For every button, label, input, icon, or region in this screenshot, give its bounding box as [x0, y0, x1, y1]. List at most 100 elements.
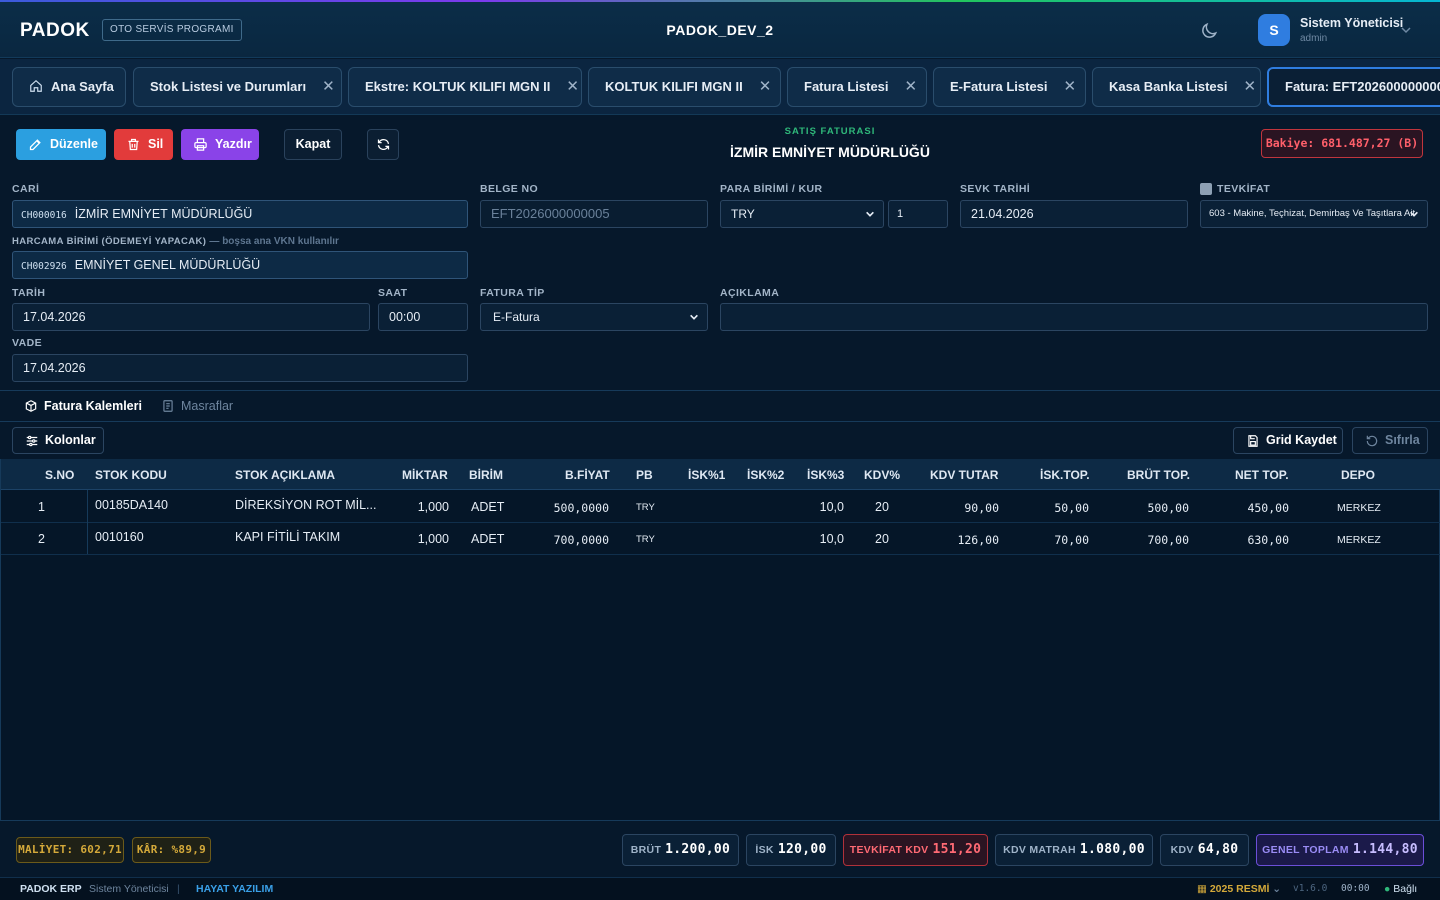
cell-depot: MERKEZ [1337, 502, 1381, 514]
saat-label: SAAT [378, 287, 408, 299]
close-icon[interactable]: ✕ [759, 68, 772, 106]
column-header[interactable]: İSK%3 [807, 468, 844, 482]
invoice-customer: İZMİR EMNİYET MÜDÜRLÜĞÜ [730, 144, 930, 160]
user-name[interactable]: Sistem Yöneticisi [1300, 16, 1403, 30]
column-header[interactable]: NET TOP. [1235, 468, 1289, 482]
column-header[interactable]: B.FİYAT [565, 468, 610, 482]
status-dot-icon: ● [1384, 883, 1391, 895]
column-header[interactable]: S.NO [45, 468, 74, 482]
currency-value: TRY [731, 207, 755, 221]
invoice-type-select[interactable]: E-Fatura [480, 303, 708, 331]
tevkifat-select[interactable]: 603 - Makine, Teçhizat, Demirbaş Ve Taşı… [1200, 200, 1428, 228]
date-field[interactable]: 17.04.2026 [12, 303, 370, 331]
column-header[interactable]: MİKTAR [402, 468, 448, 482]
chevron-down-icon[interactable] [1400, 24, 1412, 36]
column-header[interactable]: İSK%2 [747, 468, 784, 482]
tab-label: Fatura Listesi [804, 79, 889, 94]
column-header[interactable]: STOK KODU [95, 468, 167, 482]
cell-qty: 1,000 [417, 532, 449, 546]
totals-bar: MALİYET: 602,71 KÂR: %89,9 BRÜT 1.200,00 … [0, 822, 1440, 877]
grid-header: S.NO STOK KODU STOK AÇIKLAMA MİKTAR BİRİ… [1, 459, 1440, 490]
gross-label: BRÜT [630, 844, 662, 856]
rate-field[interactable]: 1 [888, 200, 948, 228]
tab-label: E-Fatura Listesi [950, 79, 1048, 94]
tab-stock-list[interactable]: Stok Listesi ve Durumları ✕ [133, 67, 342, 107]
grid-save-label: Grid Kaydet [1266, 433, 1337, 447]
close-icon[interactable]: ✕ [905, 68, 918, 106]
tab-product[interactable]: KOLTUK KILIFI MGN II ✕ [588, 67, 781, 107]
cell-discount-total: 50,00 [1054, 501, 1089, 515]
table-row[interactable]: 1 00185DA140 DİREKSİYON ROT MİL... 1,000… [1, 491, 1440, 523]
gross-total-pill: BRÜT 1.200,00 [622, 834, 739, 866]
harcama-hint: — boşsa ana VKN kullanılır [209, 236, 339, 247]
column-header[interactable]: KDV TUTAR [930, 468, 998, 482]
calendar-icon: ▦ [1197, 883, 1207, 895]
status-bar: PADOK ERP Sistem Yöneticisi | HAYAT YAZI… [0, 877, 1440, 900]
status-company[interactable]: HAYAT YAZILIM [196, 878, 273, 900]
harcama-field[interactable]: CH002926 EMNİYET GENEL MÜDÜRLÜĞÜ [12, 251, 468, 279]
close-icon[interactable]: ✕ [322, 68, 335, 106]
tab-cash-bank-list[interactable]: Kasa Banka Listesi ✕ [1092, 67, 1261, 107]
tab-home[interactable]: Ana Sayfa [12, 67, 126, 107]
column-header[interactable]: PB [636, 468, 653, 482]
due-date-field[interactable]: 17.04.2026 [12, 354, 468, 382]
cari-field[interactable]: CH000016 İZMİR EMNİYET MÜDÜRLÜĞÜ [12, 200, 468, 228]
table-row[interactable]: 2 0010160 KAPI FİTİLİ TAKIM 1,000 ADET 7… [1, 523, 1440, 555]
tip-label: FATURA TİP [480, 287, 545, 299]
cell-stock-desc: DİREKSİYON ROT MİL... [235, 498, 377, 512]
time-field[interactable]: 00:00 [378, 303, 468, 331]
cari-code: CH000016 [21, 210, 67, 221]
chevron-down-icon [866, 211, 874, 217]
discount-total-pill: İSK 120,00 [746, 834, 836, 866]
column-header[interactable]: BİRİM [469, 468, 503, 482]
belge-no-field[interactable]: EFT2026000000005 [480, 200, 708, 228]
tevkifat-checkbox[interactable] [1200, 183, 1212, 195]
moon-icon[interactable] [1199, 21, 1219, 41]
columns-label: Kolonlar [45, 433, 96, 447]
columns-button[interactable]: Kolonlar [12, 427, 104, 454]
column-header[interactable]: STOK AÇIKLAMA [235, 468, 335, 482]
invoice-items-grid: S.NO STOK KODU STOK AÇIKLAMA MİKTAR BİRİ… [0, 459, 1440, 821]
tab-invoice-list[interactable]: Fatura Listesi ✕ [787, 67, 927, 107]
tab-invoice-active[interactable]: Fatura: EFT2026000000005 [1267, 67, 1440, 107]
tab-label: Ekstre: KOLTUK KILIFI MGN II [365, 79, 551, 94]
avatar[interactable]: S [1258, 14, 1290, 46]
column-header[interactable]: İSK%1 [688, 468, 725, 482]
status-separator: | [177, 883, 180, 895]
profit-badge: KÂR: %89,9 [132, 837, 211, 863]
grid-save-button[interactable]: Grid Kaydet [1233, 427, 1343, 454]
column-header[interactable]: KDV% [864, 468, 900, 482]
harcama-name: EMNİYET GENEL MÜDÜRLÜĞÜ [74, 258, 261, 272]
app-title: PADOK_DEV_2 [666, 22, 774, 38]
sliders-icon [26, 435, 38, 447]
vat-value: 64,80 [1197, 842, 1239, 857]
tab-invoice-items[interactable]: Fatura Kalemleri [24, 399, 142, 413]
tab-einvoice-list[interactable]: E-Fatura Listesi ✕ [933, 67, 1086, 107]
description-field[interactable] [720, 303, 1428, 331]
column-header[interactable]: İSK.TOP. [1040, 468, 1090, 482]
tab-label: Ana Sayfa [51, 79, 114, 94]
cell-unit: ADET [471, 500, 505, 514]
tab-expenses[interactable]: Masraflar [161, 399, 233, 413]
tab-statement[interactable]: Ekstre: KOLTUK KILIFI MGN II ✕ [348, 67, 582, 107]
column-header[interactable]: BRÜT TOP. [1127, 468, 1190, 482]
tab-label: KOLTUK KILIFI MGN II [605, 79, 743, 94]
currency-select[interactable]: TRY [720, 200, 884, 228]
column-header[interactable]: DEPO [1341, 468, 1375, 482]
tab-invoice-items-label: Fatura Kalemleri [44, 399, 142, 413]
status-version: v1.6.0 [1293, 883, 1328, 894]
period-selector[interactable]: ▦ 2025 RESMİ ⌄ [1197, 878, 1281, 900]
withholding-value: 151,20 [932, 842, 982, 857]
close-icon[interactable]: ✕ [1244, 68, 1257, 106]
sevk-label: SEVK TARİHİ [960, 183, 1031, 195]
user-role: admin [1300, 33, 1328, 44]
sevk-date-field[interactable]: 21.04.2026 [960, 200, 1188, 228]
withholding-vat-pill: TEVKİFAT KDV 151,20 [843, 834, 988, 866]
grid-reset-button[interactable]: Sıfırla [1352, 427, 1428, 454]
cell-kdv-amount: 126,00 [957, 533, 999, 547]
cell-kdv-amount: 90,00 [964, 501, 999, 515]
close-icon[interactable]: ✕ [1064, 68, 1077, 106]
save-icon [1248, 435, 1258, 447]
close-icon[interactable]: ✕ [566, 68, 579, 106]
status-user: Sistem Yöneticisi [89, 883, 169, 895]
